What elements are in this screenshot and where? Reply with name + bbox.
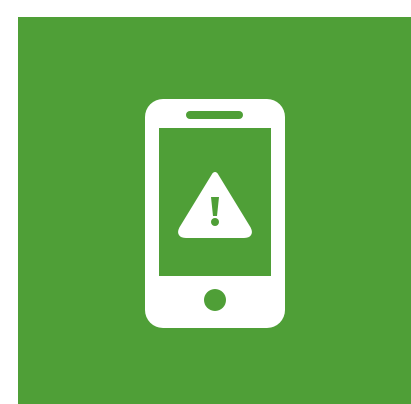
phone-home-button [204, 289, 226, 311]
app-icon-tile [18, 17, 411, 404]
mobile-phone-warning-icon [145, 99, 285, 328]
app-icon-svg [18, 17, 411, 404]
phone-earpiece [186, 111, 243, 119]
